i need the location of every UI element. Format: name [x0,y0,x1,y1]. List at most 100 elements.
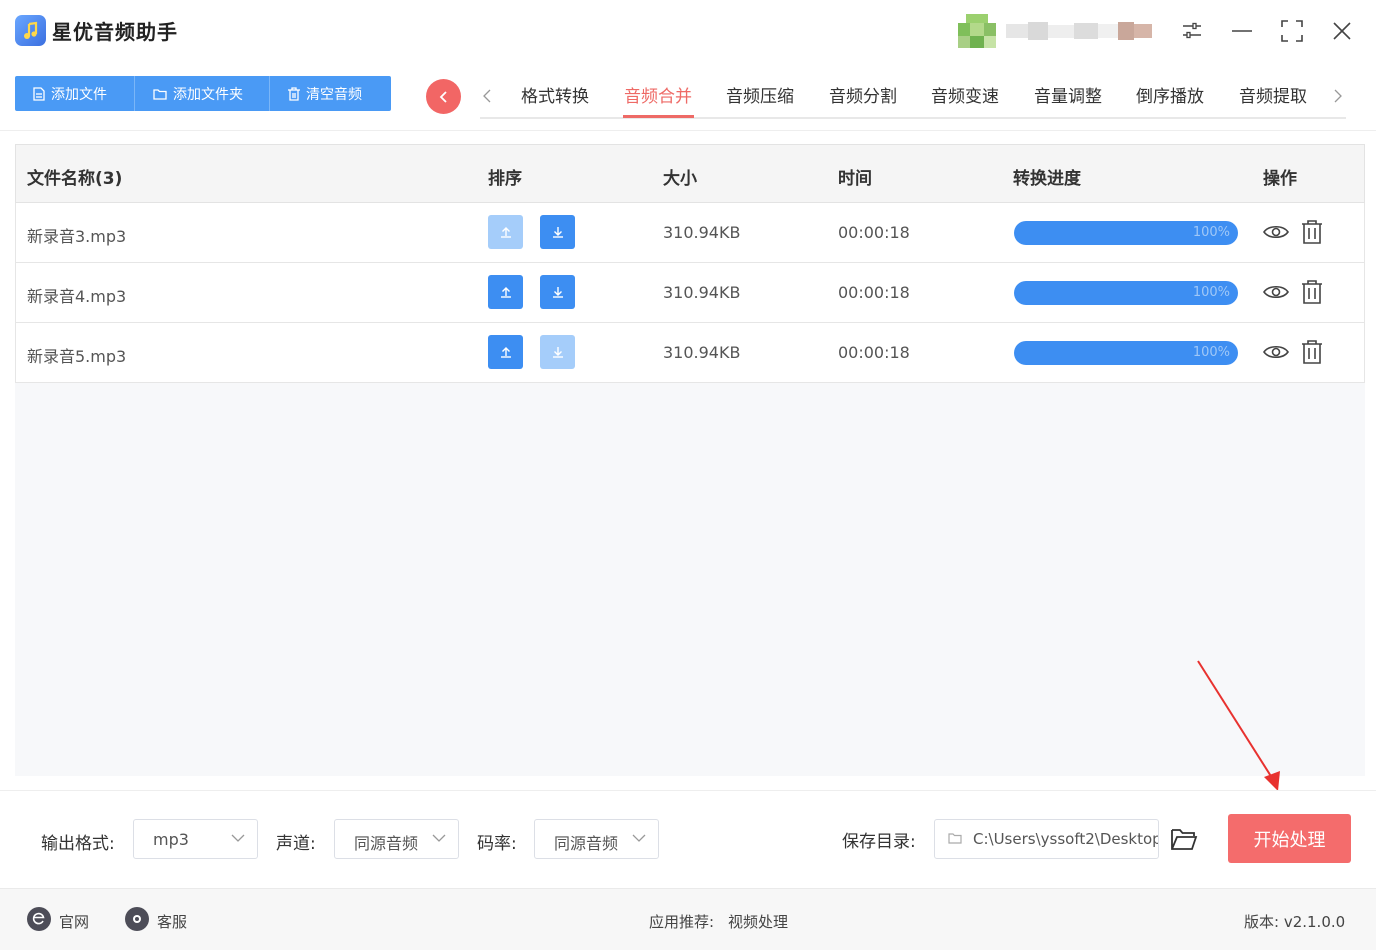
close-icon[interactable] [1326,16,1358,46]
app-title: 星优音频助手 [52,20,178,44]
save-dir-input[interactable]: C:\Users\yssoft2\Desktop [934,819,1159,859]
file-size: 310.94KB [663,223,741,242]
bitrate-value: 同源音频 [554,834,619,853]
add-folder-label: 添加文件夹 [173,86,243,103]
feature-tabs: 格式转换 音频合并 音频压缩 音频分割 音频变速 音量调整 倒序播放 音频提取 [480,78,1346,119]
progress-bar: 100% [1014,221,1238,245]
move-up-button[interactable] [488,335,523,369]
file-icon [33,86,45,101]
output-format-select[interactable]: mp3 [133,819,258,859]
minimize-icon[interactable] [1226,16,1258,46]
clear-audio-button[interactable]: 清空音频 [270,76,391,111]
website-link[interactable]: 官网 [59,911,89,932]
footer: 官网 客服 应用推荐: 视频处理 版本: v2.1.0.0 [0,888,1376,950]
app-logo-icon [15,15,46,46]
progress-text: 100% [1192,285,1230,300]
arrow-up-icon [500,347,511,358]
channel-label: 声道: [276,834,316,854]
arrow-up-icon [500,227,511,238]
tab-volume-adjust[interactable]: 音量调整 [1034,82,1102,107]
tab-audio-compress[interactable]: 音频压缩 [726,82,794,107]
file-duration: 00:00:18 [838,343,910,362]
table-row: 新录音4.mp3 310.94KB 00:00:18 100% [15,263,1365,323]
progress-text: 100% [1192,345,1230,360]
header-time: 时间 [838,169,872,189]
chevron-left-icon [439,90,447,103]
recommend-label: 应用推荐: [649,913,715,931]
move-down-button[interactable] [540,275,575,309]
active-tab-indicator [623,115,694,118]
move-up-button[interactable] [488,275,523,309]
customer-service-icon[interactable] [125,907,149,931]
bitrate-select[interactable]: 同源音频 [534,819,659,859]
avatar [958,14,996,48]
trash-icon [288,86,300,101]
start-process-button[interactable]: 开始处理 [1228,814,1351,863]
header-sort: 排序 [488,169,522,189]
version-text: 版本: v2.1.0.0 [1244,913,1346,931]
add-file-button[interactable]: 添加文件 [15,76,135,111]
tab-audio-speed[interactable]: 音频变速 [931,82,999,107]
header-action: 操作 [1263,169,1297,189]
tab-audio-split[interactable]: 音频分割 [829,82,897,107]
tab-reverse-play[interactable]: 倒序播放 [1136,82,1204,107]
output-format-label: 输出格式: [41,834,115,854]
arrow-up-icon [500,287,511,298]
maximize-icon[interactable] [1276,16,1308,46]
arrow-down-icon [552,347,563,358]
recommend-link[interactable]: 视频处理 [728,911,788,932]
header-progress: 转换进度 [1013,169,1081,189]
arrow-down-icon [552,287,563,298]
tab-format-convert[interactable]: 格式转换 [521,82,589,107]
channel-select[interactable]: 同源音频 [334,819,459,859]
preview-eye-icon[interactable] [1263,339,1289,365]
chevron-down-icon [231,834,245,842]
progress-bar: 100% [1014,281,1238,305]
customer-service-link[interactable]: 客服 [157,911,187,932]
collapse-back-button[interactable] [426,79,461,114]
file-name: 新录音3.mp3 [27,227,127,246]
tab-audio-extract[interactable]: 音频提取 [1239,82,1307,107]
user-account[interactable] [958,14,1153,48]
save-dir-value: C:\Users\yssoft2\Desktop [973,830,1159,848]
move-down-button[interactable] [540,215,575,249]
website-icon[interactable] [27,907,51,931]
move-down-button[interactable] [540,335,575,369]
chevron-down-icon [632,834,646,842]
divider [0,130,1376,131]
output-format-value: mp3 [153,830,189,849]
file-toolbar: 添加文件 添加文件夹 清空音频 [15,76,391,111]
tabs-scroll-right-icon[interactable] [1330,86,1346,106]
file-name: 新录音5.mp3 [27,347,127,366]
table-row: 新录音3.mp3 310.94KB 00:00:18 100% [15,203,1365,263]
add-folder-button[interactable]: 添加文件夹 [135,76,270,111]
add-file-label: 添加文件 [51,86,107,103]
table-header: 文件名称(3) 排序 大小 时间 转换进度 操作 [15,144,1365,203]
file-table: 文件名称(3) 排序 大小 时间 转换进度 操作 新录音3.mp3 310.94… [15,144,1365,776]
table-row: 新录音5.mp3 310.94KB 00:00:18 100% [15,323,1365,383]
preview-eye-icon[interactable] [1263,279,1289,305]
folder-outline-icon [948,833,962,844]
header-file-name: 文件名称(3) [27,169,123,189]
delete-trash-icon[interactable] [1299,219,1325,245]
folder-icon [153,88,167,100]
save-dir-label: 保存目录: [842,832,916,852]
file-duration: 00:00:18 [838,223,910,242]
username-blurred [1006,22,1152,40]
title-bar: 星优音频助手 [0,0,1376,62]
bitrate-label: 码率: [477,834,517,854]
preview-eye-icon[interactable] [1263,219,1289,245]
chevron-down-icon [432,834,446,842]
delete-trash-icon[interactable] [1299,279,1325,305]
progress-bar: 100% [1014,341,1238,365]
channel-value: 同源音频 [354,834,419,853]
tab-audio-merge[interactable]: 音频合并 [624,82,692,107]
settings-icon[interactable] [1176,16,1208,46]
output-settings-bar: 输出格式: mp3 声道: 同源音频 码率: 同源音频 保存目录: C:\Use… [0,790,1376,888]
file-duration: 00:00:18 [838,283,910,302]
open-folder-icon[interactable] [1170,826,1198,852]
delete-trash-icon[interactable] [1299,339,1325,365]
arrow-down-icon [552,227,563,238]
move-up-button[interactable] [488,215,523,249]
progress-text: 100% [1192,225,1230,240]
